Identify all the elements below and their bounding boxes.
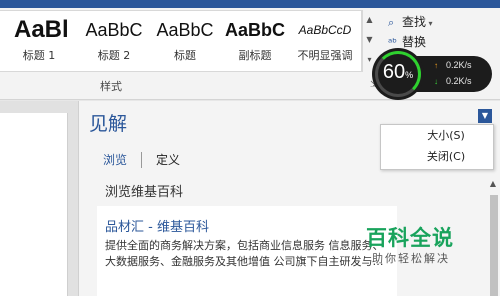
tab-define[interactable]: 定义 [142,151,194,169]
scroll-up-icon[interactable]: ▲ [363,10,376,30]
style-sample: AaBbC [85,20,143,40]
scroll-up-icon[interactable]: ▲ [490,179,496,188]
title-bar-strip [0,0,500,8]
result-title-link[interactable]: 品材汇 - 维基百科 [105,216,209,235]
replace-label: 替换 [402,35,427,49]
styles-gallery: AaBl 标题 1 AaBbC 标题 2 AaBbC 标题 AaBbC 副标题 … [0,10,362,72]
network-monitor-widget[interactable]: 60% ↑ 0.2K/s ↓ 0.2K/s [372,48,492,100]
group-label-styles: 样式 [100,80,122,93]
watermark-title: 百科全说 [366,226,454,250]
style-label: 标题 2 [97,49,131,62]
style-label: 标题 1 [22,49,56,62]
pane-options-icon[interactable]: ▼ [478,109,492,123]
download-speed: ↓ 0.2K/s [434,76,472,86]
result-snippet: 提供全面的商务解决方案，包括商业信息服务 信息服务、大数据服务、金融服务及其他增… [105,239,384,268]
gauge-unit: % [405,70,414,80]
style-sample: AaBl [14,16,69,43]
find-label: 查找 [402,15,427,29]
style-title[interactable]: AaBbC 标题 [150,13,220,71]
scroll-down-icon[interactable]: ▼ [363,30,376,50]
gauge-value: 60% [372,61,424,84]
upload-speed: ↑ 0.2K/s [434,60,472,70]
find-button[interactable]: ⌕ 查找 ▾ [388,12,468,32]
menu-item-size[interactable]: 大小(S) [381,125,493,146]
style-heading-2[interactable]: AaBbC 标题 2 [78,13,150,71]
section-heading: 浏览维基百科 [105,185,184,200]
gauge-circle: 60% [372,48,424,100]
result-card[interactable]: 品材汇 - 维基百科 提供全面的商务解决方案，包括商业信息服务 信息服务、大数据… [97,206,397,296]
style-heading-1[interactable]: AaBl 标题 1 [0,13,78,71]
pane-tabs: 浏览 定义 [89,149,194,169]
upload-value: 0.2K/s [446,60,472,70]
style-sample: AaBbCcD [298,23,352,37]
chevron-down-icon: ▾ [426,19,433,28]
scrollbar-thumb[interactable] [490,195,498,296]
style-label: 不明显强调 [297,49,353,62]
style-label: 副标题 [238,49,272,62]
style-sample: AaBbC [224,20,285,40]
document-page[interactable] [0,113,68,296]
tab-explore[interactable]: 浏览 [89,151,141,169]
download-value: 0.2K/s [446,76,472,86]
pane-title: 见解 [89,113,128,135]
download-arrow-icon: ↓ [434,77,438,86]
menu-item-close[interactable]: 关闭(C) [381,146,493,167]
watermark-subtitle: 助你轻松解决 [372,252,450,265]
style-label: 标题 [174,49,196,62]
style-subtitle[interactable]: AaBbC 副标题 [220,13,290,71]
context-menu: 大小(S) 关闭(C) [380,124,494,170]
style-sample: AaBbC [156,20,214,40]
upload-arrow-icon: ↑ [434,61,438,70]
search-icon: ⌕ [388,16,395,29]
style-subtle-emphasis[interactable]: AaBbCcD 不明显强调 [290,13,360,71]
gauge-number: 60 [382,61,406,83]
editing-group: ⌕ 查找 ▾ ᵃᵇ 替换 [388,12,468,52]
